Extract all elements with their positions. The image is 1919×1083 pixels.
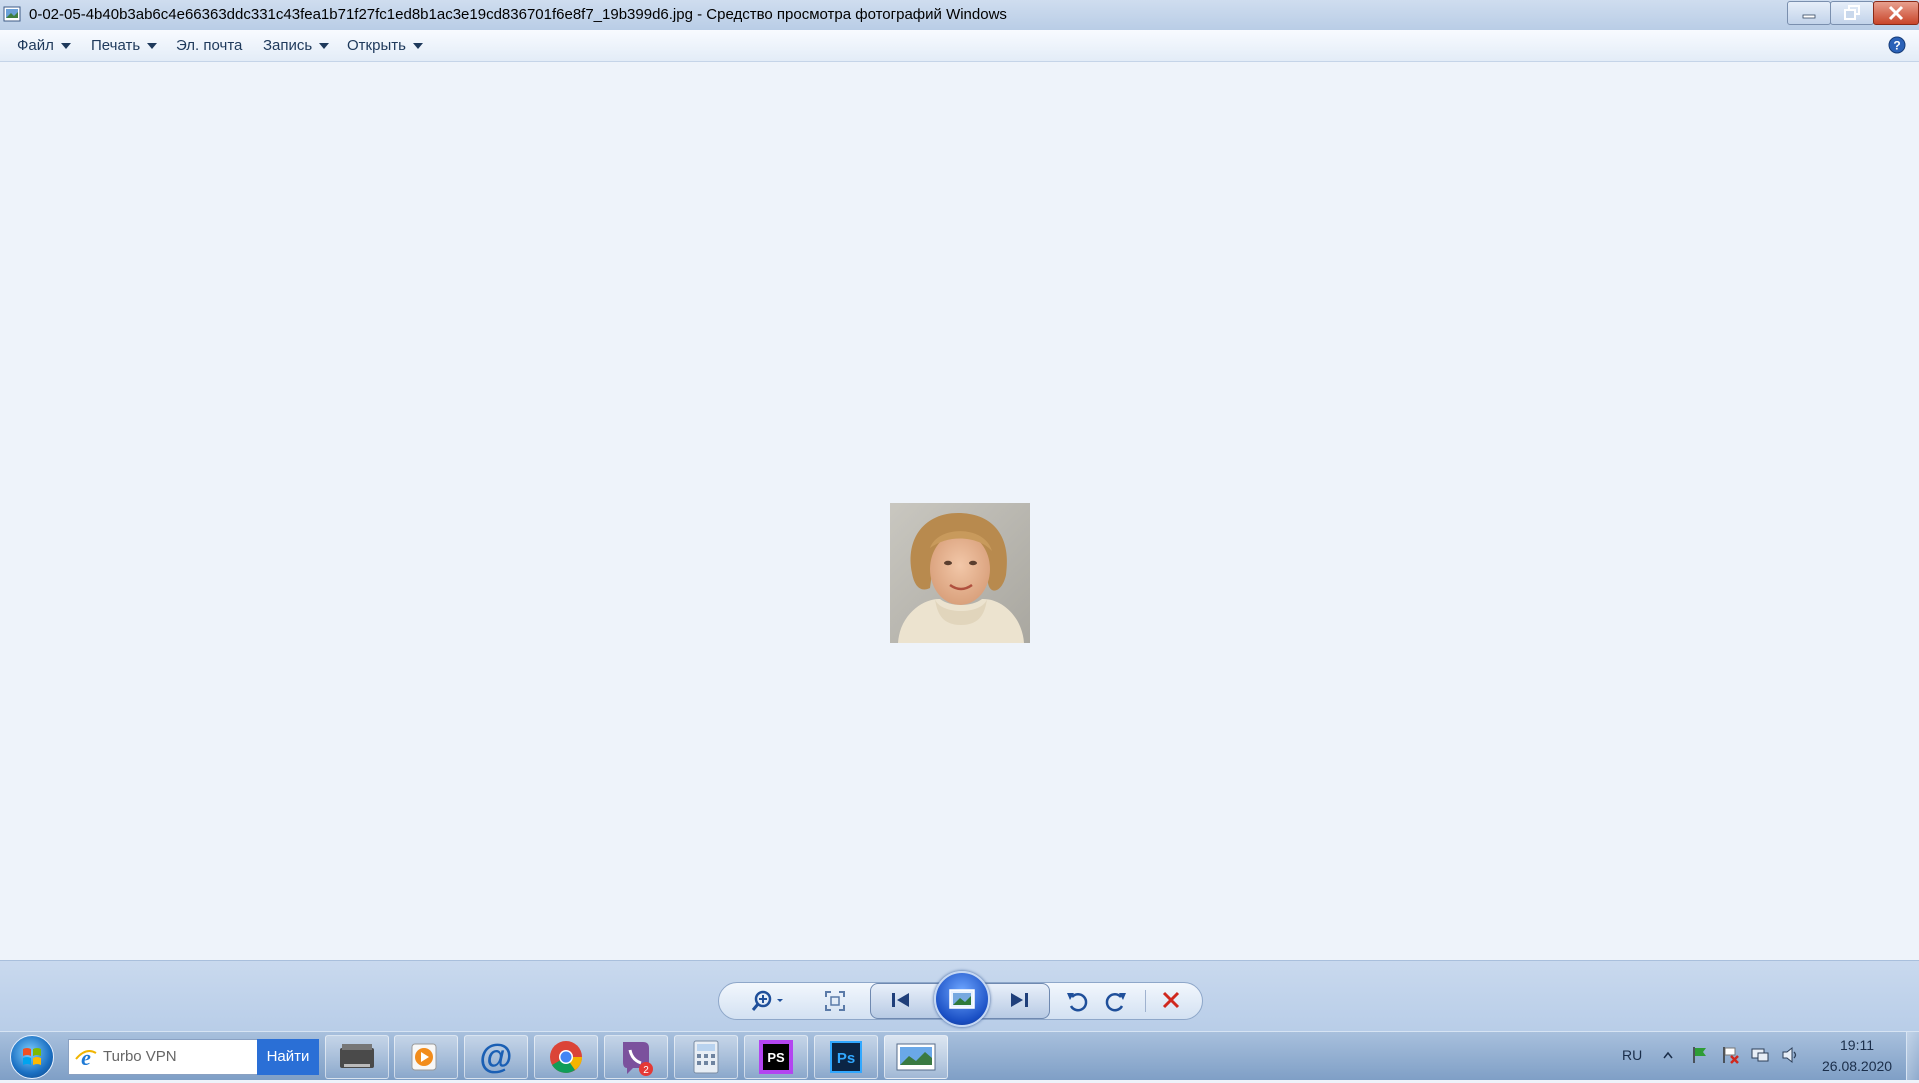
previous-icon[interactable] [890, 991, 912, 1009]
zoom-icon[interactable] [750, 987, 790, 1015]
action-center-flag-icon[interactable] [1690, 1045, 1710, 1065]
photoshop-icon: Ps [830, 1041, 862, 1073]
viber-icon: 2 [623, 1042, 653, 1076]
svg-text:@: @ [479, 1038, 512, 1076]
slideshow-button[interactable] [934, 971, 990, 1027]
svg-text:?: ? [1893, 39, 1900, 53]
restore-icon [1844, 5, 1860, 20]
menu-print[interactable]: Печать [91, 37, 158, 54]
phpstorm-icon: PS [759, 1040, 793, 1074]
viber-badge: 2 [643, 1065, 649, 1076]
chevron-down-icon [412, 43, 423, 50]
taskbar: e Turbo VPN Найти @ 2 PS Ps RU 19:11 26.… [0, 1031, 1919, 1080]
taskbar-app-photoshop[interactable]: Ps [814, 1035, 878, 1079]
photo-viewer-app-icon [3, 6, 21, 22]
menu-file[interactable]: Файл [17, 37, 71, 54]
media-player-icon [411, 1043, 437, 1071]
control-bar [0, 960, 1919, 1032]
svg-text:PS: PS [767, 1050, 785, 1065]
svg-text:e: e [81, 1045, 91, 1069]
chevron-down-icon [147, 43, 158, 50]
rotate-right-icon[interactable] [1104, 989, 1128, 1013]
taskbar-app-photo-viewer[interactable] [884, 1035, 948, 1079]
window-title: 0-02-05-4b40b3ab6c4e66363ddc331c43fea1b7… [29, 6, 1007, 23]
help-icon[interactable]: ? [1888, 36, 1906, 54]
photo-viewer-icon [896, 1043, 936, 1071]
title-bar: 0-02-05-4b40b3ab6c4e66363ddc331c43fea1b7… [0, 0, 1919, 31]
clock-date[interactable]: 26.08.2020 [1822, 1058, 1892, 1074]
internet-explorer-icon: e [75, 1045, 97, 1069]
menu-open[interactable]: Открыть [347, 37, 423, 54]
taskbar-app-chrome[interactable] [534, 1035, 598, 1079]
language-indicator[interactable]: RU [1622, 1047, 1642, 1063]
divider [1145, 990, 1146, 1012]
calculator-icon [693, 1040, 719, 1074]
taskbar-app-viber[interactable]: 2 [604, 1035, 668, 1079]
taskbar-app-phpstorm[interactable]: PS [744, 1035, 808, 1079]
image-viewer-area [0, 62, 1919, 960]
next-icon[interactable] [1008, 991, 1030, 1009]
show-hidden-icons-icon[interactable] [1662, 1050, 1674, 1060]
network-icon[interactable] [1750, 1045, 1770, 1065]
taskbar-app-mail[interactable]: @ [464, 1035, 528, 1079]
minimize-button[interactable] [1787, 1, 1831, 25]
show-desktop-button[interactable] [1906, 1032, 1919, 1080]
taskbar-app-calculator[interactable] [674, 1035, 738, 1079]
mail-at-icon: @ [479, 1038, 512, 1076]
svg-text:Ps: Ps [837, 1050, 855, 1067]
chrome-icon [550, 1041, 582, 1073]
menu-burn[interactable]: Запись [263, 37, 330, 54]
close-icon [1888, 5, 1904, 21]
rotate-left-icon[interactable] [1065, 989, 1089, 1013]
search-button[interactable]: Найти [257, 1039, 319, 1075]
actual-size-icon[interactable] [824, 990, 846, 1012]
flag-error-icon[interactable] [1720, 1045, 1740, 1065]
windows-logo-icon [23, 1048, 41, 1065]
start-button[interactable] [10, 1035, 54, 1079]
restore-button[interactable] [1830, 1, 1874, 25]
displayed-photo [890, 503, 1030, 643]
clock-time[interactable]: 19:11 [1840, 1037, 1874, 1053]
menu-bar: Файл Печать Эл. почта Запись Открыть ? [0, 30, 1919, 62]
chevron-down-icon [60, 43, 71, 50]
chevron-down-icon [319, 43, 330, 50]
menu-email[interactable]: Эл. почта [176, 37, 242, 54]
search-value: Turbo VPN [103, 1048, 177, 1065]
close-button[interactable] [1873, 1, 1919, 25]
volume-icon[interactable] [1780, 1045, 1800, 1065]
taskbar-app-media-player[interactable] [394, 1035, 458, 1079]
minimize-icon [1802, 14, 1816, 19]
slideshow-icon [949, 989, 975, 1009]
scanner-icon [340, 1044, 374, 1068]
taskbar-search-field[interactable]: e Turbo VPN [68, 1039, 258, 1075]
delete-icon[interactable] [1161, 990, 1181, 1010]
taskbar-app-scanner[interactable] [325, 1035, 389, 1079]
